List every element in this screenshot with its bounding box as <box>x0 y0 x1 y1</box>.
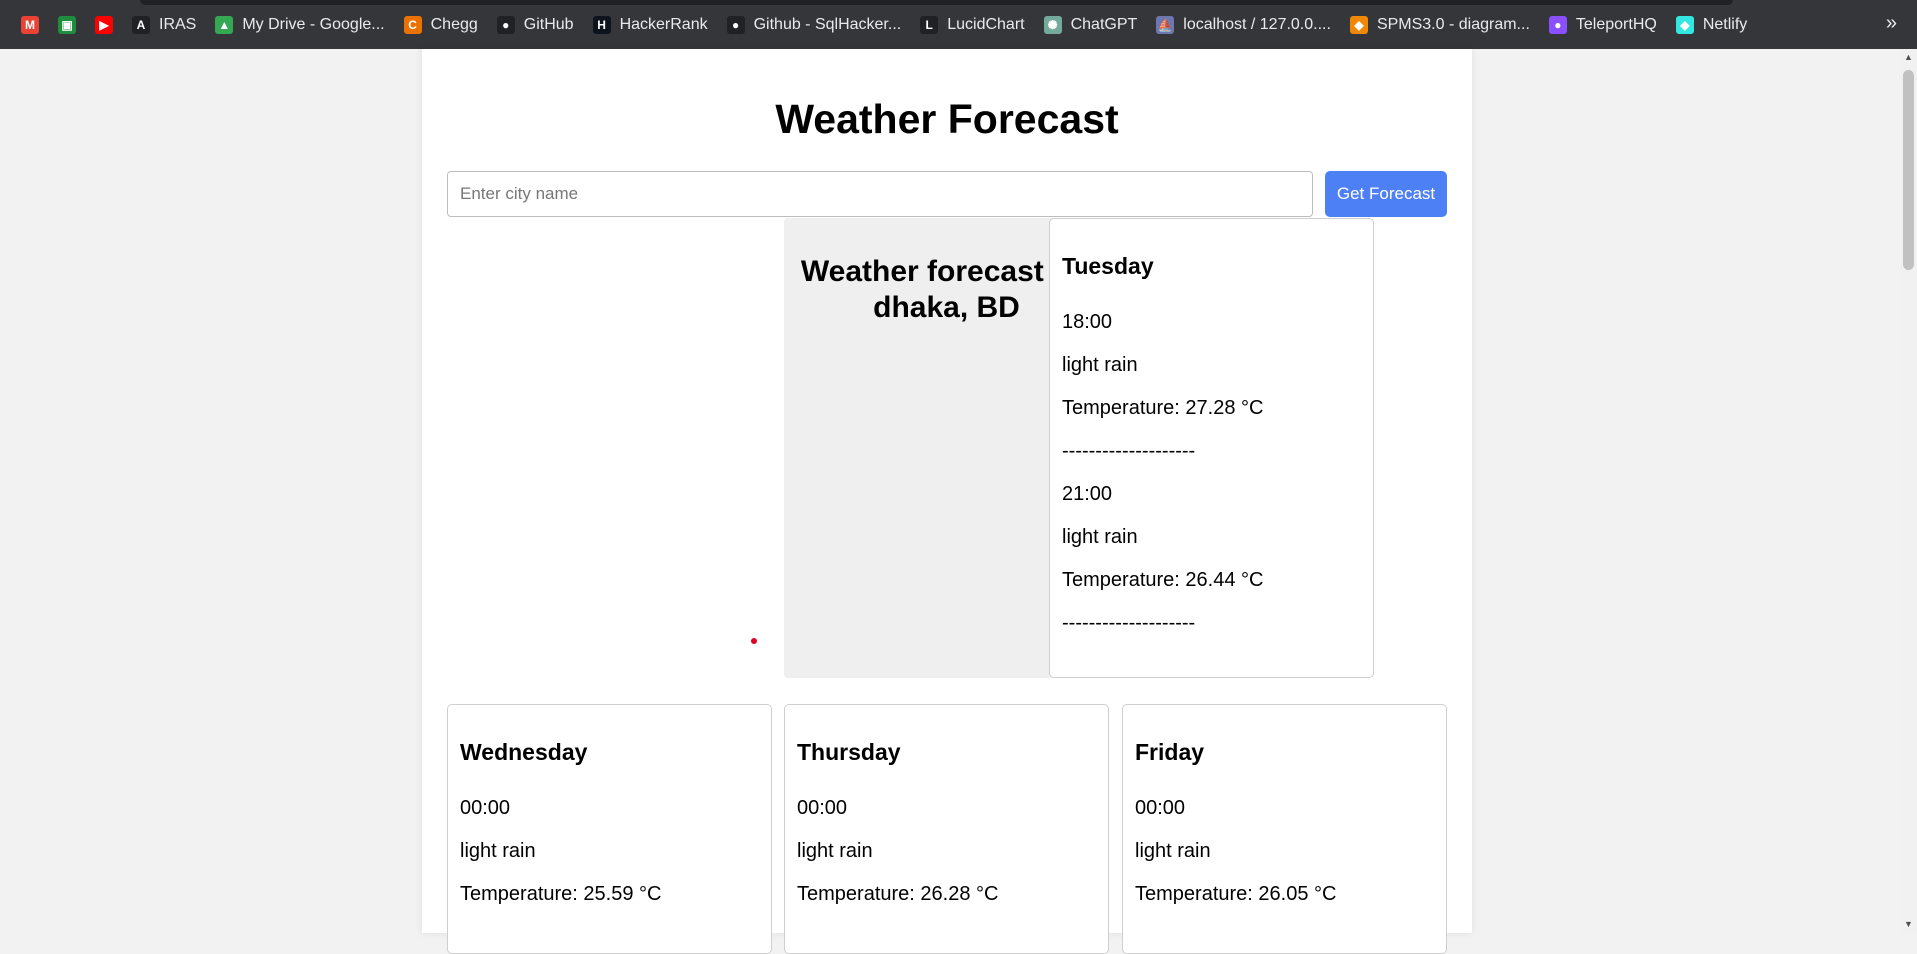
bookmark-label: LucidChart <box>947 15 1025 33</box>
lucidchart-icon: L <box>920 15 939 34</box>
forecast-time: 21:00 <box>1062 483 1113 505</box>
forecast-description: light rain <box>1062 526 1138 548</box>
scrollbar-thumb[interactable] <box>1903 70 1914 270</box>
bookmark-label: TeleportHQ <box>1575 15 1657 33</box>
forecast-day: Tuesday <box>1062 253 1154 279</box>
bookmark-item[interactable]: ▶ <box>88 9 120 41</box>
bookmark-label: ChatGPT <box>1070 15 1138 33</box>
github-icon: ● <box>496 15 515 34</box>
forecast-temperature: Temperature: 26.28 °C <box>797 883 999 905</box>
teleporthq-icon: ● <box>1548 15 1567 34</box>
scroll-up-icon[interactable]: ▲ <box>1900 49 1917 66</box>
youtube-icon: ▶ <box>95 15 113 34</box>
bookmark-item[interactable]: H HackerRank <box>586 9 715 41</box>
bookmark-item[interactable]: ◆ Netlify <box>1669 9 1754 41</box>
bookmark-list: M ▣ ▶ A IRAS ▲ My Drive - Google... C Chegg ● GitH… <box>14 0 1759 49</box>
bookmark-item[interactable]: L LucidChart <box>913 9 1031 41</box>
bookmark-item[interactable]: ● Github - SqlHacker... <box>720 9 909 41</box>
bookmark-label: IRAS <box>159 15 197 33</box>
bookmark-label: SPMS3.0 - diagram... <box>1376 15 1530 33</box>
forecast-separator: -------------------- <box>1062 440 1196 462</box>
forecast-time: 00:00 <box>460 797 511 819</box>
weather-app: Weather Forecast Get Forecast Weather fo… <box>422 49 1472 954</box>
forecast-temperature: Temperature: 27.28 °C <box>1062 397 1264 419</box>
bookmark-label: My Drive - Google... <box>242 15 385 33</box>
bookmark-item[interactable]: ● TeleportHQ <box>1542 9 1664 41</box>
forecast-temperature: Temperature: 26.44 °C <box>1062 569 1264 591</box>
bookmark-label: Chegg <box>430 15 478 33</box>
forecast-separator: -------------------- <box>1062 612 1196 634</box>
bookmark-label: Netlify <box>1702 15 1748 33</box>
bookmark-label: GitHub <box>523 15 574 33</box>
forecast-temperature: Temperature: 26.05 °C <box>1135 883 1337 905</box>
bookmark-item[interactable]: ● GitHub <box>490 9 581 41</box>
forecast-day: Friday <box>1135 739 1205 765</box>
bookmark-item[interactable]: A IRAS <box>125 9 203 41</box>
netlify-icon: ◆ <box>1675 15 1694 34</box>
bookmark-label: localhost / 127.0.0.... <box>1183 15 1331 33</box>
bookmark-item[interactable]: ◆ SPMS3.0 - diagram... <box>1343 9 1537 41</box>
bookmark-label: Github - SqlHacker... <box>753 15 902 33</box>
classroom-icon: ▣ <box>58 15 76 34</box>
bookmark-item[interactable]: M <box>14 9 46 41</box>
forecast-time: 00:00 <box>1135 797 1186 819</box>
forecast-card-thursday: Thursday 00:00 light rain Temperature: 2… <box>784 704 1109 954</box>
bookmark-label: HackerRank <box>619 15 708 33</box>
forecast-description: light rain <box>797 840 873 862</box>
forecast-day: Thursday <box>797 739 901 765</box>
phpmyadmin-icon: ⛵ <box>1156 15 1175 34</box>
bookmark-item[interactable]: ⛵ localhost / 127.0.0.... <box>1149 9 1338 41</box>
vertical-scrollbar[interactable]: ▲ ▼ <box>1900 49 1917 933</box>
hackerrank-icon: H <box>592 15 611 34</box>
forecast-card-friday: Friday 00:00 light rain Temperature: 26.… <box>1122 704 1447 954</box>
forecast-description: light rain <box>460 840 536 862</box>
forecast-description: light rain <box>1062 354 1138 376</box>
github-icon: ● <box>726 15 745 34</box>
bookmarks-bar: M ▣ ▶ A IRAS ▲ My Drive - Google... C Chegg ● GitH… <box>0 0 1917 49</box>
scroll-down-icon[interactable]: ▼ <box>1900 916 1917 933</box>
chegg-icon: C <box>403 15 422 34</box>
get-forecast-button[interactable]: Get Forecast <box>1325 171 1447 217</box>
forecast-description: light rain <box>1135 840 1211 862</box>
gmail-icon: M <box>21 15 39 34</box>
iras-icon: A <box>132 15 150 34</box>
forecast-time: 00:00 <box>797 797 848 819</box>
bookmark-item[interactable]: ▣ <box>51 9 83 41</box>
forecast-day: Wednesday <box>460 739 588 765</box>
google-drive-icon: ▲ <box>215 15 234 34</box>
forecast-temperature: Temperature: 25.59 °C <box>460 883 662 905</box>
drawio-icon: ◆ <box>1349 15 1368 34</box>
bookmark-item[interactable]: ✺ ChatGPT <box>1037 9 1145 41</box>
forecast-card-tuesday: Tuesday 18:00 light rain Temperature: 27… <box>1049 218 1374 678</box>
forecast-card-wednesday: Wednesday 00:00 light rain Temperature: … <box>447 704 772 954</box>
forecast-time: 18:00 <box>1062 311 1113 333</box>
bookmark-item[interactable]: ▲ My Drive - Google... <box>208 9 391 41</box>
bookmarks-overflow-icon[interactable]: » <box>1886 12 1897 35</box>
cursor-marker <box>751 638 757 644</box>
chatgpt-icon: ✺ <box>1043 15 1062 34</box>
city-search-input[interactable] <box>447 171 1313 217</box>
bookmark-item[interactable]: C Chegg <box>397 9 485 41</box>
page-title: Weather Forecast <box>775 96 1119 142</box>
